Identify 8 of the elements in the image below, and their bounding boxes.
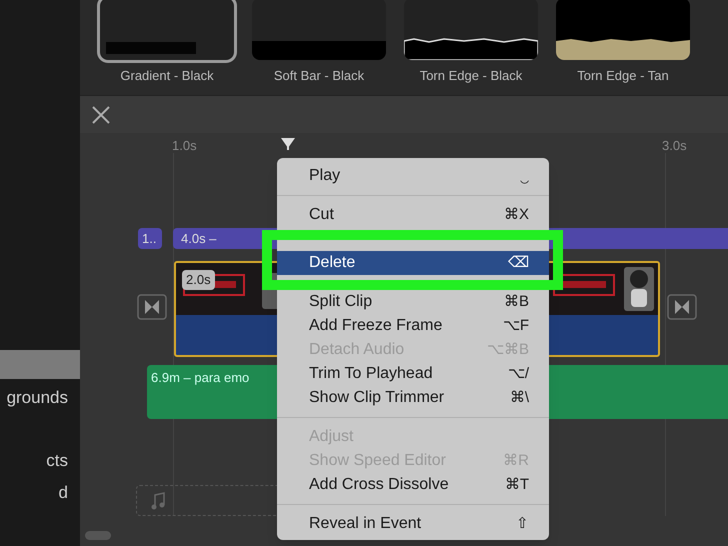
ruler-label: 1.0s (172, 137, 197, 155)
duration-badge: 2.0s (182, 270, 215, 290)
audio-clip-label: 6.9m – para emo (151, 369, 250, 387)
template-title: Torn Edge - Black (420, 67, 522, 85)
ruler-label: 3.0s (662, 137, 687, 155)
template-title: Gradient - Black (120, 67, 214, 85)
template-title: Soft Bar - Black (274, 67, 364, 85)
template-title: Torn Edge - Tan (577, 67, 669, 85)
